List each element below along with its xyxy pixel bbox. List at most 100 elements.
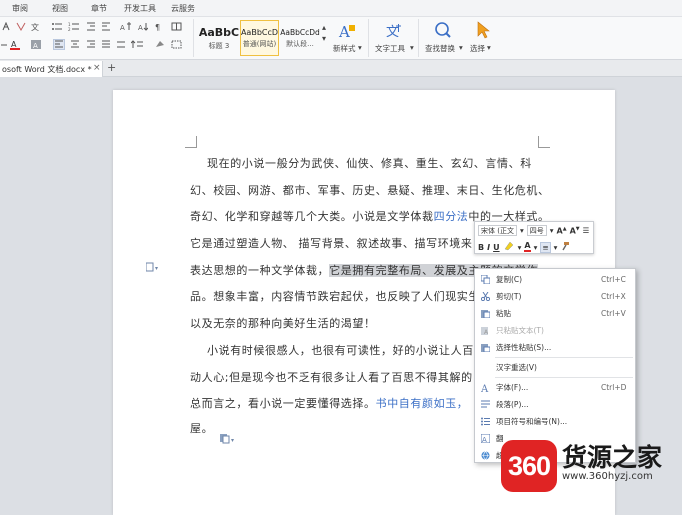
chevron-down-icon[interactable]: ▾ xyxy=(518,243,522,252)
tab-chapter[interactable]: 章节 xyxy=(91,3,107,14)
numbered-list-icon[interactable]: 12 xyxy=(67,21,81,32)
outdent-icon[interactable] xyxy=(85,21,97,32)
menu-item-paste-text-only[interactable]: A 只粘贴文本(T) xyxy=(475,322,635,338)
margin-corner-mark xyxy=(185,136,197,148)
font-case-icon[interactable] xyxy=(1,21,13,32)
table-borders-icon[interactable] xyxy=(170,21,184,32)
menu-item-label: 粘贴 xyxy=(496,308,511,318)
menu-item-paste-special[interactable]: 选择性粘贴(S)... xyxy=(475,339,635,355)
find-replace-button[interactable]: 查找替换 xyxy=(425,43,455,54)
svg-text:A: A xyxy=(11,40,17,49)
underline-button[interactable]: U xyxy=(493,243,500,252)
chevron-up-icon[interactable]: ▴ xyxy=(320,22,328,32)
menu-item-paragraph[interactable]: 段落(P)... xyxy=(475,396,635,412)
paragraph-line[interactable]: 幻、校园、网游、都市、军事、历史、悬疑、推理、末日、生化危机、 xyxy=(190,182,550,198)
style-default-para[interactable]: AaBbCcDd 默认段... xyxy=(280,20,320,56)
text-tools-icon[interactable]: 文 xyxy=(384,21,404,41)
chevron-down-icon: ▾ xyxy=(358,43,362,52)
font-color-button[interactable]: A xyxy=(524,242,531,252)
tab-cloud[interactable]: 云服务 xyxy=(171,3,195,14)
chevron-down-icon[interactable]: ▾ xyxy=(554,243,558,252)
chevron-down-icon[interactable]: ▾ xyxy=(534,243,538,252)
paste-options-icon[interactable]: ▾ xyxy=(219,432,237,447)
chevron-down-icon[interactable]: ▾ xyxy=(320,33,328,43)
paragraph-line[interactable]: 品。想象丰富，内容情节跌宕起伏，也反映了人们现实生 xyxy=(190,288,480,304)
shading-icon[interactable] xyxy=(154,39,166,50)
style-sample: AaBbCcDd xyxy=(280,27,320,37)
menu-item-font[interactable]: A 字体(F)... Ctrl+D xyxy=(475,379,635,395)
new-style-button[interactable]: 新样式 xyxy=(333,43,356,54)
brand-url: www.360hyzj.com xyxy=(562,471,653,482)
close-icon[interactable]: × xyxy=(93,63,101,73)
paragraph-line[interactable]: 它是通过塑造人物、 描写背景、叙述故事、描写环境来 xyxy=(190,235,473,251)
new-tab-button[interactable]: + xyxy=(107,61,116,74)
bold-button[interactable]: B xyxy=(478,243,484,252)
document-tab[interactable]: osoft Word 文档.docx * × xyxy=(0,61,103,77)
paragraph-line[interactable]: 总而言之，看小说一定要懂得选择。书中自有颜如玉， xyxy=(190,395,468,411)
menu-item-cut[interactable]: 剪切(T) Ctrl+X xyxy=(475,288,635,304)
style-normal-web[interactable]: AaBbCcD 普通(网站) xyxy=(240,20,279,56)
align-left-icon[interactable] xyxy=(53,39,65,50)
menu-item-bullets-numbering[interactable]: 项目符号和编号(N)... xyxy=(475,413,635,429)
svg-text:A: A xyxy=(338,23,350,40)
paragraph-handle-icon[interactable]: ▾ xyxy=(145,262,160,275)
format-painter-icon[interactable] xyxy=(560,241,570,253)
menu-item-reconvert[interactable]: 汉字重选(V) xyxy=(475,359,635,375)
line-spacing-icon[interactable] xyxy=(130,39,144,50)
menu-item-label: 段落(P)... xyxy=(496,399,529,409)
strike-icon[interactable] xyxy=(0,39,8,50)
text-effect-icon[interactable] xyxy=(15,21,27,32)
grow-font-icon[interactable]: A▲ xyxy=(557,226,567,236)
justify-icon[interactable] xyxy=(100,39,112,50)
show-marks-icon[interactable]: ¶ xyxy=(153,21,165,32)
paragraph-line[interactable]: 动人心;但是现今也不乏有很多让人看了百思不得其解的 xyxy=(190,369,473,385)
paragraph-line[interactable]: 小说有时候很感人，也很有可读性，好的小说让人百 xyxy=(207,342,474,358)
chevron-down-icon: ▾ xyxy=(487,43,491,52)
brand-title: 货源之家 xyxy=(562,443,663,472)
sort-icon[interactable]: A xyxy=(137,21,149,32)
margin-corner-mark xyxy=(538,136,550,148)
menu-item-label: 项目符号和编号(N)... xyxy=(496,416,568,426)
find-replace-icon[interactable] xyxy=(433,20,453,40)
distributed-align-icon[interactable] xyxy=(115,39,127,50)
align-center-icon[interactable] xyxy=(69,39,81,50)
paragraph-line[interactable]: 屋。 xyxy=(190,420,213,436)
tab-view[interactable]: 视图 xyxy=(52,3,68,14)
chevron-down-icon[interactable]: ▾ xyxy=(550,226,554,235)
highlight-icon[interactable] xyxy=(503,241,515,253)
bullet-list-icon[interactable] xyxy=(50,21,64,32)
style-heading3[interactable]: AaBbC 标题 3 xyxy=(198,20,240,56)
align-right-icon[interactable] xyxy=(85,39,97,50)
text-tools-button[interactable]: 文字工具 xyxy=(375,43,405,54)
indent-icon[interactable] xyxy=(100,21,112,32)
menu-item-shortcut: Ctrl+C xyxy=(601,274,626,284)
char-shading-icon[interactable]: A xyxy=(30,39,42,50)
font-size-select[interactable]: 四号 xyxy=(526,225,547,236)
paragraph-line[interactable]: 以及无奈的那种向美好生活的渴望！ xyxy=(190,315,376,331)
menu-item-paste[interactable]: 粘贴 Ctrl+V xyxy=(475,305,635,321)
translate-icon: A xyxy=(481,433,490,443)
ribbon-separator xyxy=(418,19,419,57)
shrink-font-icon[interactable]: A▼ xyxy=(570,226,580,236)
font-name-select[interactable]: 宋体 (正文 xyxy=(478,225,517,236)
align-icon[interactable]: ≡ xyxy=(540,241,551,253)
new-style-icon[interactable]: A xyxy=(336,21,358,41)
svg-text:2: 2 xyxy=(68,27,71,31)
border-icon[interactable] xyxy=(170,39,184,50)
text-link[interactable]: 书中自有颜如玉， xyxy=(376,397,469,410)
text-direction-icon[interactable]: A xyxy=(119,21,133,32)
line-spacing-icon[interactable]: ☰ xyxy=(583,226,590,235)
text-link[interactable]: 四分法 xyxy=(434,210,469,223)
tab-review[interactable]: 审阅 xyxy=(12,3,28,14)
svg-text:A: A xyxy=(481,384,489,392)
menu-item-label: 字体(F)... xyxy=(496,382,529,392)
menu-item-copy[interactable]: 复制(C) Ctrl+C xyxy=(475,271,635,287)
cursor-arrow-icon[interactable] xyxy=(473,20,493,40)
italic-button[interactable]: I xyxy=(487,243,490,252)
phonetic-guide-icon[interactable]: 文 xyxy=(29,21,41,32)
select-button[interactable]: 选择 xyxy=(470,43,485,54)
font-color-icon[interactable]: A xyxy=(9,39,23,50)
paragraph-line[interactable]: 现在的小说一般分为武侠、仙侠、修真、重生、玄幻、言情、科 xyxy=(207,155,532,171)
tab-developer[interactable]: 开发工具 xyxy=(124,3,156,14)
chevron-down-icon[interactable]: ▾ xyxy=(520,226,524,235)
